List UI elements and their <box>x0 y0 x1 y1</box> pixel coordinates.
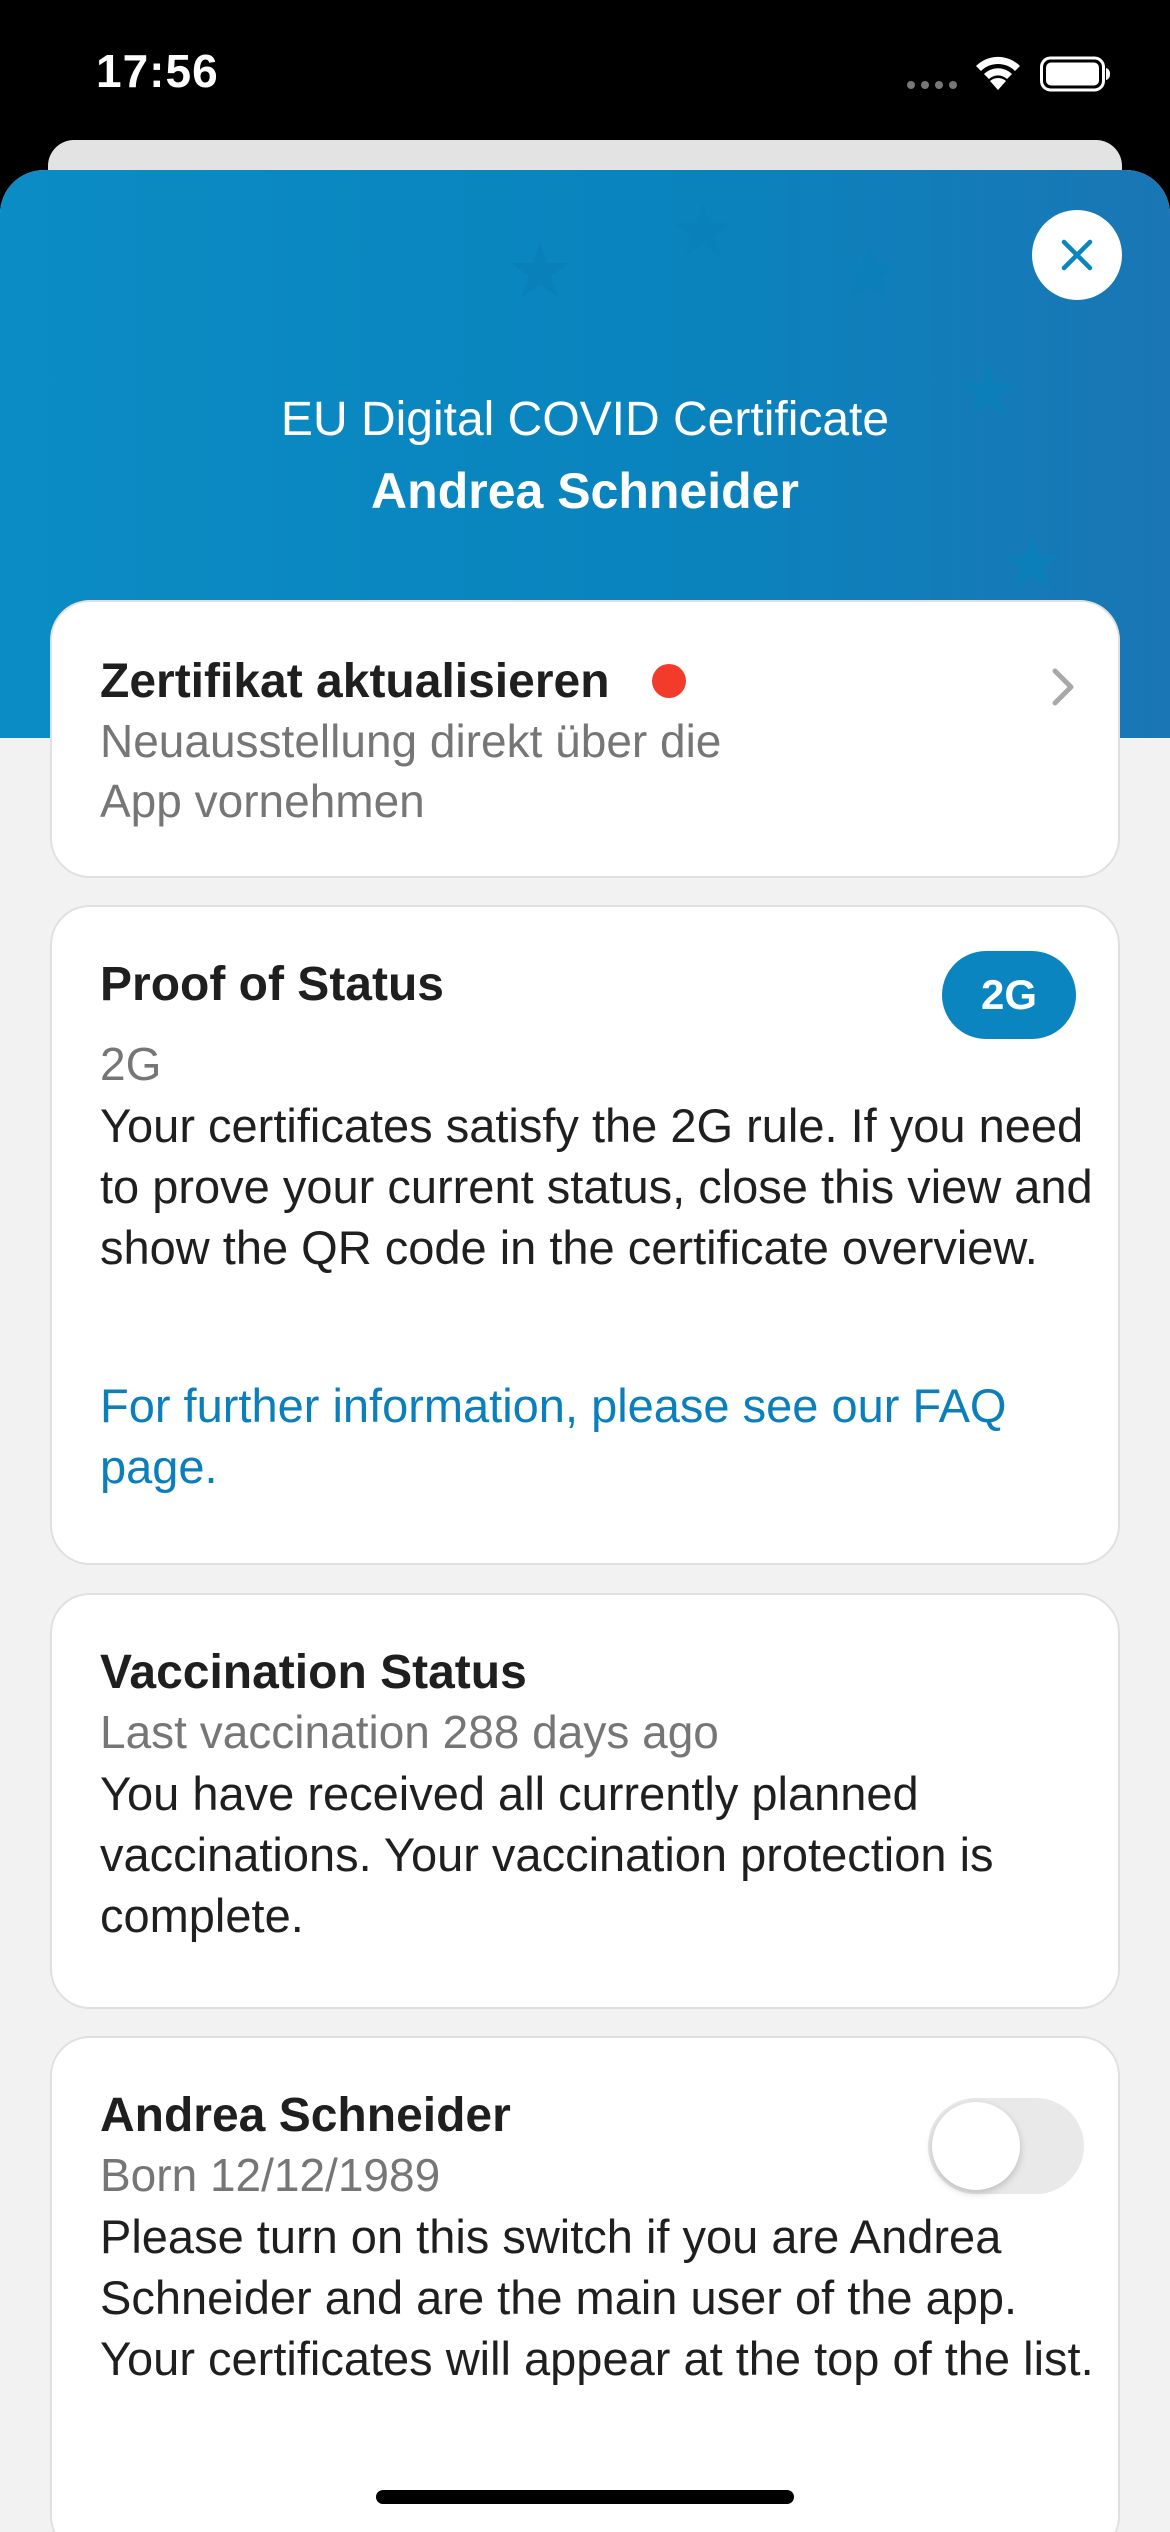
vaccination-title: Vaccination Status <box>100 1646 527 1699</box>
toggle-knob <box>932 2102 1020 2190</box>
close-button[interactable] <box>1032 210 1122 300</box>
faq-link[interactable]: For further information, please see our … <box>100 1375 1100 1497</box>
screen: 17:56 EU Digital COVID Certificate Andre… <box>0 0 1170 2532</box>
update-certificate-card[interactable]: Zertifikat aktualisieren Neuausstellung … <box>50 600 1120 878</box>
update-subtitle-line1: Neuausstellung direkt über die <box>100 715 722 767</box>
battery-icon <box>1040 56 1110 92</box>
cellular-signal-icon <box>907 81 957 89</box>
notification-dot <box>652 664 686 698</box>
main-user-card: Andrea Schneider Born 12/12/1989 Please … <box>50 2036 1120 2532</box>
update-title: Zertifikat aktualisieren <box>100 655 610 708</box>
proof-of-status-card: Proof of Status 2G 2G Your certificates … <box>50 905 1120 1565</box>
wifi-icon <box>976 56 1020 90</box>
proof-title: Proof of Status <box>100 958 444 1011</box>
status-badge: 2G <box>942 951 1076 1039</box>
vaccination-subtitle: Last vaccination 288 days ago <box>100 1706 719 1758</box>
home-indicator <box>376 2490 794 2504</box>
update-subtitle-line2: App vornehmen <box>100 775 425 827</box>
header-holder-name: Andrea Schneider <box>371 463 799 519</box>
certificate-detail-sheet: EU Digital COVID Certificate Andrea Schn… <box>0 170 1170 2532</box>
status-bar: 17:56 <box>0 0 1170 150</box>
owner-birthdate: Born 12/12/1989 <box>100 2149 441 2201</box>
owner-description: Please turn on this switch if you are An… <box>100 2210 1094 2385</box>
proof-status: 2G <box>100 1038 162 1090</box>
status-time: 17:56 <box>96 45 219 97</box>
close-icon <box>1061 239 1093 271</box>
main-user-toggle[interactable] <box>928 2098 1084 2194</box>
proof-description: Your certificates satisfy the 2G rule. I… <box>100 1099 1093 1274</box>
vaccination-description: You have received all currently planned … <box>100 1767 994 1942</box>
chevron-right-icon <box>1052 668 1074 706</box>
owner-name: Andrea Schneider <box>100 2089 511 2142</box>
header-title: EU Digital COVID Certificate <box>280 393 890 446</box>
vaccination-status-card: Vaccination Status Last vaccination 288 … <box>50 1593 1120 2009</box>
